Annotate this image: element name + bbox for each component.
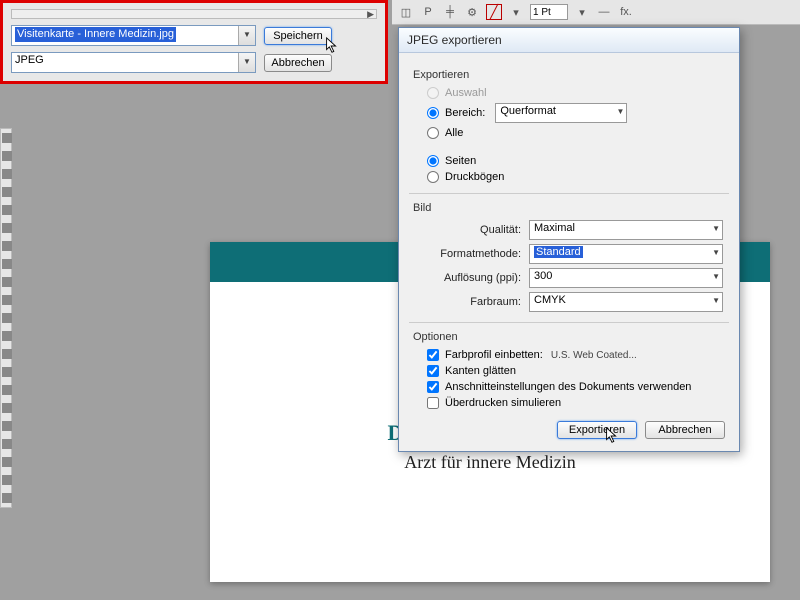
scrollbar[interactable]: ▶ xyxy=(11,9,377,19)
cancel-button[interactable]: Abbrechen xyxy=(264,54,332,72)
font-icon[interactable]: P xyxy=(420,4,436,20)
format-combobox[interactable]: JPEG ▼ xyxy=(11,52,256,73)
tool-icon[interactable] xyxy=(2,259,12,269)
align-icon[interactable]: ╪ xyxy=(442,4,458,20)
tool-icon[interactable] xyxy=(2,367,12,377)
qualitat-select[interactable]: Maximal▼ xyxy=(529,220,723,240)
tools-panel xyxy=(0,128,12,508)
cancel-button[interactable]: Abbrechen xyxy=(645,421,725,439)
chevron-down-icon: ▼ xyxy=(616,107,624,116)
tool-icon[interactable] xyxy=(2,277,12,287)
aufl-select[interactable]: 300▼ xyxy=(529,268,723,288)
chevron-down-icon: ▼ xyxy=(712,248,720,257)
formatmethode-label: Formatmethode: xyxy=(413,248,521,260)
save-button[interactable]: Speichern xyxy=(264,27,332,45)
bild-group-label: Bild xyxy=(413,202,725,214)
chevron-down-icon[interactable]: ▼ xyxy=(238,53,255,72)
tool-icon[interactable] xyxy=(2,241,12,251)
auswahl-label: Auswahl xyxy=(445,87,487,99)
tool-icon[interactable] xyxy=(2,223,12,233)
tool-icon[interactable] xyxy=(2,151,12,161)
farbraum-label: Farbraum: xyxy=(413,296,521,308)
effects-icon[interactable]: ⚙ xyxy=(464,4,480,20)
dialog-title: JPEG exportieren xyxy=(399,28,739,53)
tool-icon[interactable] xyxy=(2,187,12,197)
crop-icon[interactable]: ◫ xyxy=(398,4,414,20)
kanten-checkbox[interactable] xyxy=(427,365,439,377)
tool-icon[interactable] xyxy=(2,133,12,143)
tool-icon[interactable] xyxy=(2,475,12,485)
tool-icon[interactable] xyxy=(2,439,12,449)
kanten-label: Kanten glätten xyxy=(445,365,516,377)
uberdrucken-label: Überdrucken simulieren xyxy=(445,397,561,409)
tool-icon[interactable] xyxy=(2,331,12,341)
chevron-down-icon: ▼ xyxy=(712,224,720,233)
no-fill-icon[interactable]: ╱ xyxy=(486,4,502,20)
line-icon[interactable]: — xyxy=(596,4,612,20)
fx-label[interactable]: fx. xyxy=(618,4,634,20)
tool-icon[interactable] xyxy=(2,313,12,323)
tool-icon[interactable] xyxy=(2,457,12,467)
tool-icon[interactable] xyxy=(2,493,12,503)
anschnitt-label: Anschnitteinstellungen des Dokuments ver… xyxy=(445,381,691,393)
formatmethode-select[interactable]: Standard▼ xyxy=(529,244,723,264)
alle-radio[interactable] xyxy=(427,127,439,139)
tool-icon[interactable] xyxy=(2,421,12,431)
farbprofil-checkbox[interactable] xyxy=(427,349,439,361)
chevron-down-icon[interactable]: ▼ xyxy=(238,26,255,45)
tool-icon[interactable] xyxy=(2,169,12,179)
uberdrucken-checkbox[interactable] xyxy=(427,397,439,409)
bereich-radio[interactable] xyxy=(427,107,439,119)
export-group-label: Exportieren xyxy=(413,69,725,81)
jpeg-export-dialog: JPEG exportieren Exportieren Auswahl Ber… xyxy=(398,27,740,452)
chevron-down-icon[interactable]: ▾ xyxy=(574,4,590,20)
optionen-group-label: Optionen xyxy=(413,331,725,343)
format-value: JPEG xyxy=(15,54,44,66)
farbprofil-detail: U.S. Web Coated... xyxy=(551,350,637,361)
alle-label: Alle xyxy=(445,127,463,139)
export-button[interactable]: Exportieren xyxy=(557,421,637,439)
tool-icon[interactable] xyxy=(2,349,12,359)
chevron-down-icon: ▼ xyxy=(712,272,720,281)
top-toolbar: ◫ P ╪ ⚙ ╱ ▾ ▾ — fx. xyxy=(392,0,800,25)
stroke-weight-input[interactable] xyxy=(530,4,568,20)
bereich-label: Bereich: xyxy=(445,107,485,119)
druckbogen-label: Druckbögen xyxy=(445,171,504,183)
tool-icon[interactable] xyxy=(2,295,12,305)
aufl-label: Auflösung (ppi): xyxy=(413,272,521,284)
chevron-down-icon[interactable]: ▾ xyxy=(508,4,524,20)
bereich-select[interactable]: Querformat▼ xyxy=(495,103,627,123)
seiten-radio[interactable] xyxy=(427,155,439,167)
druckbogen-radio[interactable] xyxy=(427,171,439,183)
filename-combobox[interactable]: Visitenkarte - Innere Medizin.jpg ▼ xyxy=(11,25,256,46)
seiten-label: Seiten xyxy=(445,155,476,167)
card-subtitle: Arzt für innere Medizin xyxy=(210,452,770,473)
anschnitt-checkbox[interactable] xyxy=(427,381,439,393)
qualitat-label: Qualität: xyxy=(413,224,521,236)
auswahl-radio xyxy=(427,87,439,99)
tool-icon[interactable] xyxy=(2,385,12,395)
save-panel: ▶ Visitenkarte - Innere Medizin.jpg ▼ Sp… xyxy=(0,0,388,84)
chevron-down-icon: ▼ xyxy=(712,296,720,305)
filename-value: Visitenkarte - Innere Medizin.jpg xyxy=(15,27,176,42)
farbprofil-label: Farbprofil einbetten: xyxy=(445,349,543,361)
farbraum-select[interactable]: CMYK▼ xyxy=(529,292,723,312)
tool-icon[interactable] xyxy=(2,205,12,215)
tool-icon[interactable] xyxy=(2,403,12,413)
